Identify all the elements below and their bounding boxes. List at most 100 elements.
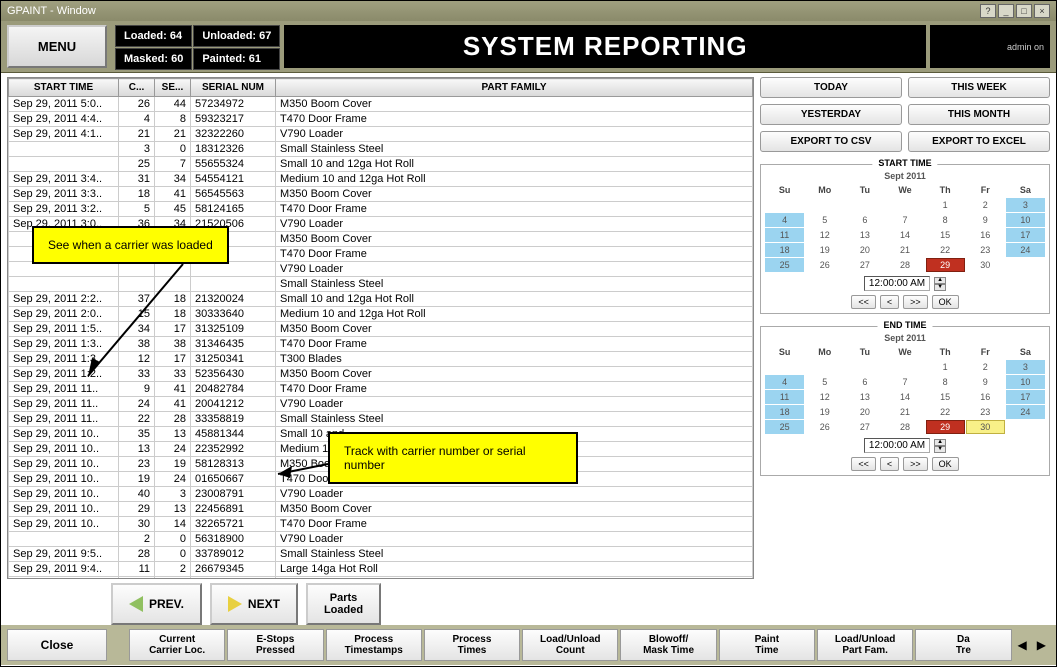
col-start[interactable]: START TIME	[9, 79, 119, 97]
cal-first-button[interactable]: <<	[851, 457, 876, 471]
report-tab[interactable]: Blowoff/ Mask Time	[620, 629, 716, 661]
table-row[interactable]: Sep 29, 2011 2:2..371821320024Small 10 a…	[9, 292, 753, 307]
calendar-day[interactable]: 8	[926, 213, 965, 227]
col-serial[interactable]: SERIAL NUM	[191, 79, 276, 97]
calendar-day[interactable]: 13	[845, 228, 884, 242]
next-button[interactable]: NEXT	[210, 583, 298, 625]
calendar-day[interactable]: 7	[885, 375, 924, 389]
calendar-day[interactable]: 18	[765, 243, 804, 257]
calendar-day[interactable]: 5	[805, 375, 844, 389]
calendar-day[interactable]: 29	[926, 258, 965, 272]
calendar-day[interactable]: 30	[966, 258, 1005, 272]
tab-scroll-left-icon[interactable]: ◀	[1014, 629, 1031, 661]
calendar-day[interactable]: 10	[1006, 375, 1045, 389]
table-row[interactable]: 25755655324Small 10 and 12ga Hot Roll	[9, 157, 753, 172]
table-row[interactable]: Sep 29, 2011 3:4..313454554121Medium 10 …	[9, 172, 753, 187]
calendar-day[interactable]: 7	[885, 213, 924, 227]
table-row[interactable]: Sep 29, 2011 11..244120041212V790 Loader	[9, 397, 753, 412]
col-carrier[interactable]: C...	[119, 79, 155, 97]
table-row[interactable]: Sep 29, 2011 1:2..333352356430M350 Boom …	[9, 367, 753, 382]
yesterday-button[interactable]: YESTERDAY	[760, 104, 902, 125]
cal-next-button[interactable]: >>	[903, 295, 928, 309]
calendar-day[interactable]: 14	[885, 390, 924, 404]
calendar-day[interactable]: 10	[1006, 213, 1045, 227]
calendar-day[interactable]: 9	[966, 375, 1005, 389]
calendar-day[interactable]: 2	[966, 198, 1005, 212]
report-tab[interactable]: Da Tre	[915, 629, 1011, 661]
thismonth-button[interactable]: THIS MONTH	[908, 104, 1050, 125]
calendar-day[interactable]: 11	[765, 228, 804, 242]
report-tab[interactable]: Process Times	[424, 629, 520, 661]
calendar-day[interactable]: 12	[805, 390, 844, 404]
calendar-day[interactable]: 4	[765, 213, 804, 227]
calendar-day[interactable]: 5	[805, 213, 844, 227]
calendar-day[interactable]: 2	[966, 360, 1005, 374]
calendar-day[interactable]: 29	[926, 420, 965, 434]
table-row[interactable]: Sep 29, 2011 10..301432265721T470 Door F…	[9, 517, 753, 532]
window-minimize-icon[interactable]: _	[998, 4, 1014, 18]
calendar-day[interactable]: 26	[805, 258, 844, 272]
calendar-day[interactable]: 28	[885, 258, 924, 272]
cal-ok-button[interactable]: OK	[932, 295, 959, 309]
window-close-icon[interactable]: ×	[1034, 4, 1050, 18]
calendar-day[interactable]: 23	[966, 405, 1005, 419]
cal-prev-button[interactable]: <	[880, 295, 899, 309]
calendar-day[interactable]: 24	[1006, 243, 1045, 257]
table-row[interactable]: Sep 29, 2011 9:5..28033789012Small Stain…	[9, 547, 753, 562]
time-spinner-icon[interactable]: ▲▼	[934, 277, 946, 291]
calendar-day[interactable]: 27	[845, 420, 884, 434]
calendar-day[interactable]: 11	[765, 390, 804, 404]
report-tab[interactable]: Current Carrier Loc.	[129, 629, 225, 661]
calendar-day[interactable]: 19	[805, 243, 844, 257]
calendar-day[interactable]: 28	[885, 420, 924, 434]
table-row[interactable]: Sep 29, 2011 3:3..184156545563M350 Boom …	[9, 187, 753, 202]
calendar-day[interactable]: 6	[845, 213, 884, 227]
calendar-day[interactable]: 26	[805, 420, 844, 434]
table-row[interactable]: Sep 29, 2011 1:5..341731325109M350 Boom …	[9, 322, 753, 337]
table-row[interactable]: 3018312326Small Stainless Steel	[9, 142, 753, 157]
calendar-day[interactable]: 22	[926, 405, 965, 419]
table-row[interactable]: Sep 29, 2011 1:3..121731250341T300 Blade…	[9, 352, 753, 367]
calendar-day[interactable]: 25	[765, 420, 804, 434]
table-row[interactable]: Sep 29, 2011 11..94120482784T470 Door Fr…	[9, 382, 753, 397]
cal-prev-button[interactable]: <	[880, 457, 899, 471]
table-row[interactable]: Sep 29, 2011 9:4..14	[9, 577, 753, 580]
thisweek-button[interactable]: THIS WEEK	[908, 77, 1050, 98]
end-time-calendar[interactable]: END TIME Sept 2011 SuMoTuWeThFrSa1234567…	[760, 326, 1050, 476]
tab-scroll-right-icon[interactable]: ▶	[1033, 629, 1050, 661]
calendar-day[interactable]: 17	[1006, 228, 1045, 242]
calendar-day[interactable]: 19	[805, 405, 844, 419]
menu-button[interactable]: MENU	[7, 25, 107, 68]
export-csv-button[interactable]: EXPORT TO CSV	[760, 131, 902, 152]
calendar-day[interactable]: 16	[966, 228, 1005, 242]
cal-next-button[interactable]: >>	[903, 457, 928, 471]
time-spinner-icon[interactable]: ▲▼	[934, 439, 946, 453]
table-row[interactable]: Sep 29, 2011 10..40323008791V790 Loader	[9, 487, 753, 502]
calendar-day[interactable]: 18	[765, 405, 804, 419]
calendar-day[interactable]: 8	[926, 375, 965, 389]
table-row[interactable]: Sep 29, 2011 3:2..54558124165T470 Door F…	[9, 202, 753, 217]
calendar-day[interactable]: 6	[845, 375, 884, 389]
calendar-day[interactable]: 22	[926, 243, 965, 257]
start-time-field[interactable]: 12:00:00 AM	[864, 276, 930, 291]
table-row[interactable]: Sep 29, 2011 5:0..264457234972M350 Boom …	[9, 97, 753, 112]
report-tab[interactable]: Paint Time	[719, 629, 815, 661]
calendar-day[interactable]: 12	[805, 228, 844, 242]
calendar-day[interactable]: 21	[885, 243, 924, 257]
calendar-day[interactable]: 23	[966, 243, 1005, 257]
report-table[interactable]: START TIME C... SE... SERIAL NUM PART FA…	[7, 77, 754, 579]
table-row[interactable]: Sep 29, 2011 4:4..4859323217T470 Door Fr…	[9, 112, 753, 127]
window-maximize-icon[interactable]: □	[1016, 4, 1032, 18]
table-row[interactable]: Sep 29, 2011 10..291322456891M350 Boom C…	[9, 502, 753, 517]
prev-button[interactable]: PREV.	[111, 583, 202, 625]
calendar-day[interactable]: 25	[765, 258, 804, 272]
calendar-day[interactable]: 20	[845, 243, 884, 257]
report-tab[interactable]: Process Timestamps	[326, 629, 422, 661]
col-seq[interactable]: SE...	[155, 79, 191, 97]
table-row[interactable]: Sep 29, 2011 11..222833358819Small Stain…	[9, 412, 753, 427]
calendar-day[interactable]: 24	[1006, 405, 1045, 419]
calendar-day[interactable]: 3	[1006, 198, 1045, 212]
report-tab[interactable]: Load/Unload Count	[522, 629, 618, 661]
report-tab[interactable]: Load/Unload Part Fam.	[817, 629, 913, 661]
calendar-day[interactable]: 20	[845, 405, 884, 419]
